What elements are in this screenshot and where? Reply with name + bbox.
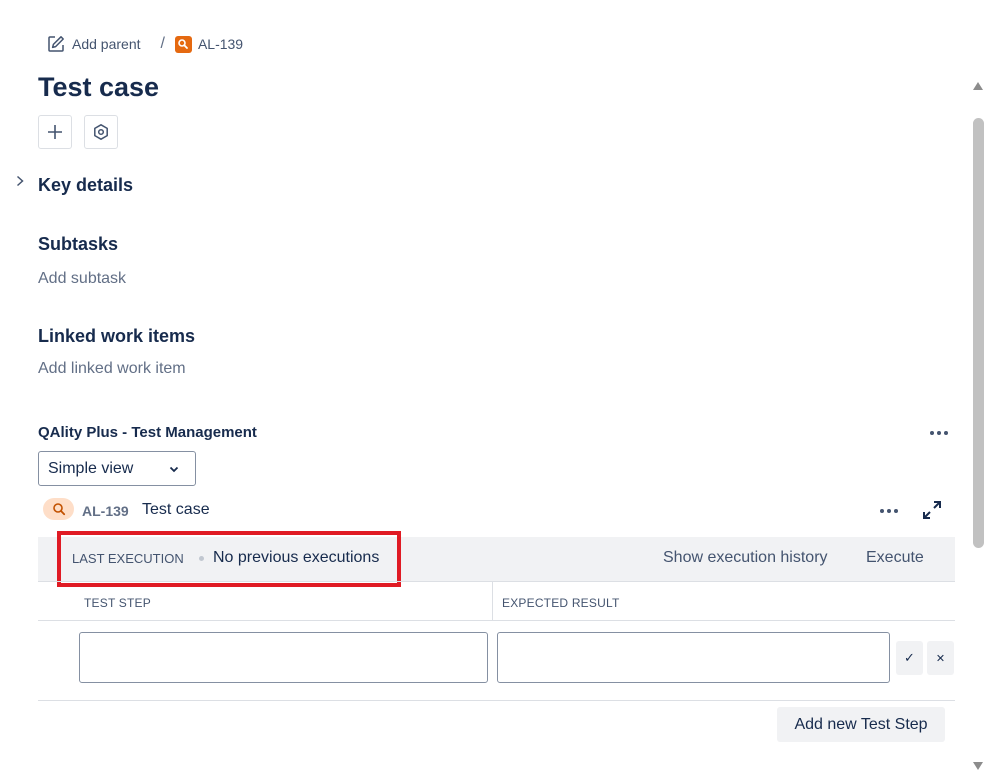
confirm-step-button[interactable]: ✓ xyxy=(896,641,923,675)
add-new-test-step-button[interactable]: Add new Test Step xyxy=(777,707,945,742)
subtasks-heading: Subtasks xyxy=(38,234,119,254)
breadcrumb: Add parent / AL-139 xyxy=(47,34,243,54)
table-bottom-divider xyxy=(38,700,955,701)
add-linked-work-item-link[interactable]: Add linked work item xyxy=(38,360,186,378)
edit-icon xyxy=(48,36,64,52)
table-header-divider-bottom xyxy=(38,620,955,621)
cancel-step-button[interactable]: ✕ xyxy=(927,641,954,675)
view-select-value: Simple view xyxy=(48,459,134,477)
qality-panel-title: QAlity Plus - Test Management xyxy=(38,424,257,441)
linked-work-items-heading: Linked work items xyxy=(38,326,196,346)
key-details-heading[interactable]: Key details xyxy=(38,175,133,196)
column-divider xyxy=(492,582,493,620)
breadcrumb-separator: / xyxy=(160,35,165,52)
test-case-name: Test case xyxy=(142,501,210,518)
add-parent-label: Add parent xyxy=(72,36,141,52)
issue-key-link[interactable]: AL-139 xyxy=(174,35,244,53)
chevron-down-icon xyxy=(169,466,179,473)
scroll-up-arrow-icon[interactable] xyxy=(972,81,984,91)
add-parent-link[interactable]: Add parent xyxy=(47,35,141,53)
last-execution-value: No previous executions xyxy=(213,549,380,566)
test-more-options-icon[interactable] xyxy=(880,509,898,513)
add-subtask-link[interactable]: Add subtask xyxy=(38,270,126,288)
key-details-toggle[interactable] xyxy=(14,174,26,188)
test-case-key[interactable]: AL-139 xyxy=(82,503,129,519)
issue-key-label: AL-139 xyxy=(197,36,244,52)
expand-icon[interactable] xyxy=(921,499,943,521)
scroll-down-arrow-icon[interactable] xyxy=(972,761,984,771)
expected-result-column-header: EXPECTED RESULT xyxy=(502,596,620,610)
hexagon-icon xyxy=(94,124,108,140)
check-icon: ✓ xyxy=(904,650,915,665)
table-header-divider-top xyxy=(38,581,955,582)
chevron-right-icon xyxy=(16,175,24,187)
test-step-column-header: TEST STEP xyxy=(84,596,151,610)
search-icon xyxy=(52,503,65,516)
test-step-input[interactable] xyxy=(79,632,488,683)
add-button[interactable] xyxy=(38,115,72,149)
close-icon: ✕ xyxy=(935,652,946,665)
apps-button[interactable] xyxy=(84,115,118,149)
test-issue-icon xyxy=(174,35,192,53)
expected-result-input[interactable] xyxy=(497,632,890,683)
add-new-test-step-label: Add new Test Step xyxy=(794,715,928,733)
plus-icon xyxy=(48,125,62,139)
scrollbar-thumb[interactable] xyxy=(973,118,984,548)
show-execution-history-button[interactable]: Show execution history xyxy=(663,549,828,567)
test-case-icon xyxy=(43,498,74,520)
view-select[interactable]: Simple view xyxy=(38,451,196,486)
execute-button[interactable]: Execute xyxy=(866,549,924,567)
last-execution-label: LAST EXECUTION xyxy=(72,551,184,566)
separator-dot xyxy=(199,556,204,561)
more-options-icon[interactable] xyxy=(930,431,948,435)
page-title: Test case xyxy=(38,72,160,102)
